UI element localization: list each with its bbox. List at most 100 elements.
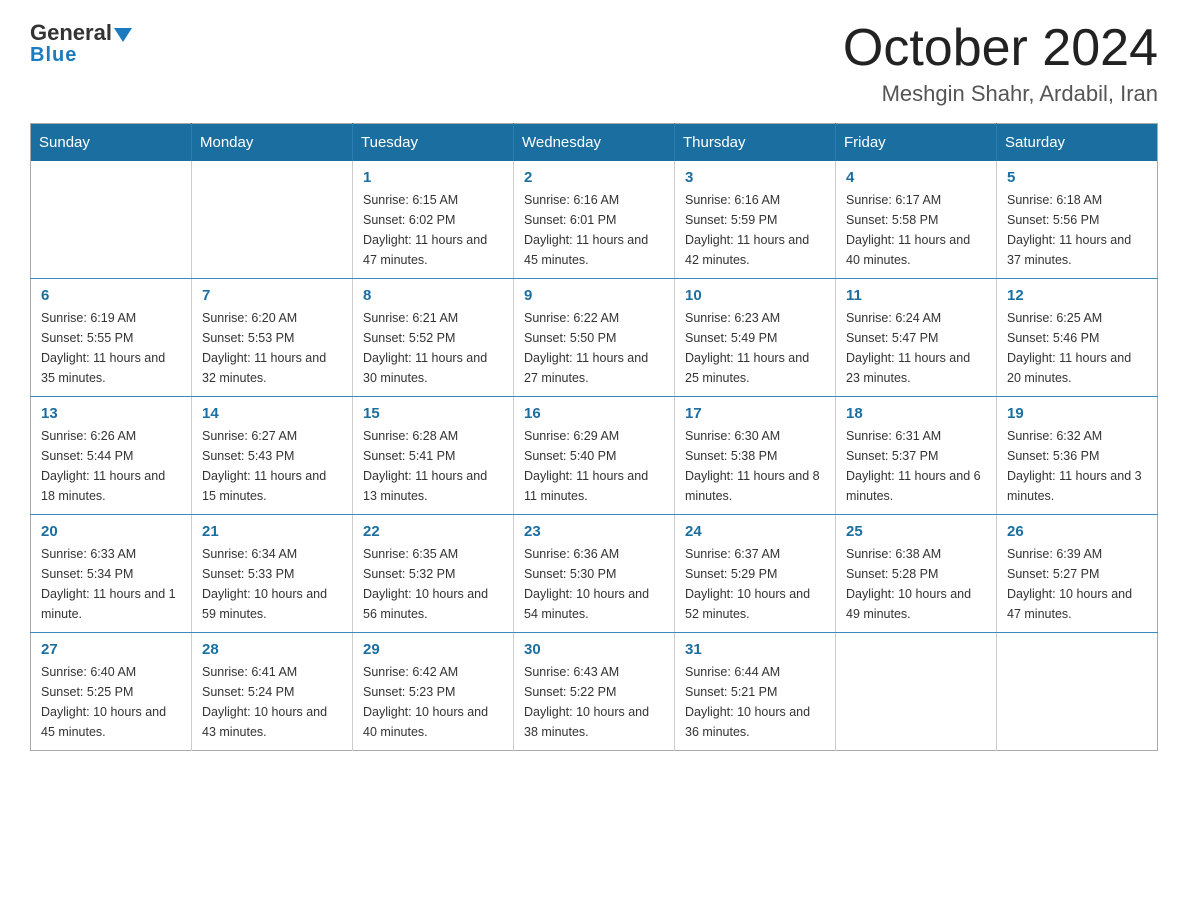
day-info: Sunrise: 6:36 AMSunset: 5:30 PMDaylight:…	[524, 544, 664, 624]
day-number: 9	[524, 287, 664, 304]
day-number: 8	[363, 287, 503, 304]
calendar-cell: 7Sunrise: 6:20 AMSunset: 5:53 PMDaylight…	[192, 279, 353, 397]
header-wednesday: Wednesday	[514, 124, 675, 162]
day-number: 1	[363, 169, 503, 186]
day-info: Sunrise: 6:43 AMSunset: 5:22 PMDaylight:…	[524, 662, 664, 742]
day-info: Sunrise: 6:19 AMSunset: 5:55 PMDaylight:…	[41, 308, 181, 388]
day-number: 22	[363, 523, 503, 540]
day-number: 15	[363, 405, 503, 422]
calendar-cell: 1 Sunrise: 6:15 AMSunset: 6:02 PMDaylight…	[353, 161, 514, 279]
day-info: Sunrise: 6:16 AMSunset: 6:01 PMDaylight:…	[524, 190, 664, 270]
day-info: Sunrise: 6:31 AMSunset: 5:37 PMDaylight:…	[846, 426, 986, 506]
header-tuesday: Tuesday	[353, 124, 514, 162]
calendar-cell: 2 Sunrise: 6:16 AMSunset: 6:01 PMDaylight…	[514, 161, 675, 279]
day-info: Sunrise: 6:26 AMSunset: 5:44 PMDaylight:…	[41, 426, 181, 506]
calendar-cell: 12Sunrise: 6:25 AMSunset: 5:46 PMDayligh…	[997, 279, 1158, 397]
day-number: 24	[685, 523, 825, 540]
day-info: Sunrise: 6:41 AMSunset: 5:24 PMDaylight:…	[202, 662, 342, 742]
calendar-cell: 21Sunrise: 6:34 AMSunset: 5:33 PMDayligh…	[192, 515, 353, 633]
header-thursday: Thursday	[675, 124, 836, 162]
calendar-cell	[997, 633, 1158, 751]
day-number: 12	[1007, 287, 1147, 304]
day-info: Sunrise: 6:22 AMSunset: 5:50 PMDaylight:…	[524, 308, 664, 388]
calendar-cell	[192, 161, 353, 279]
calendar-week-row: 6 Sunrise: 6:19 AMSunset: 5:55 PMDaylight…	[31, 279, 1158, 397]
page-header: General Blue October 2024 Meshgin Shahr,…	[30, 20, 1158, 107]
day-number: 29	[363, 641, 503, 658]
calendar-cell: 23 Sunrise: 6:36 AMSunset: 5:30 PMDayligh…	[514, 515, 675, 633]
calendar-cell: 28 Sunrise: 6:41 AMSunset: 5:24 PMDayligh…	[192, 633, 353, 751]
day-number: 17	[685, 405, 825, 422]
day-info: Sunrise: 6:33 AMSunset: 5:34 PMDaylight:…	[41, 544, 181, 624]
calendar-week-row: 1 Sunrise: 6:15 AMSunset: 6:02 PMDaylight…	[31, 161, 1158, 279]
day-number: 16	[524, 405, 664, 422]
day-info: Sunrise: 6:34 AMSunset: 5:33 PMDaylight:…	[202, 544, 342, 624]
calendar-cell: 14 Sunrise: 6:27 AMSunset: 5:43 PMDayligh…	[192, 397, 353, 515]
title-section: October 2024 Meshgin Shahr, Ardabil, Ira…	[843, 20, 1158, 107]
calendar-cell: 15Sunrise: 6:28 AMSunset: 5:41 PMDayligh…	[353, 397, 514, 515]
month-title: October 2024	[843, 20, 1158, 77]
logo: General Blue	[30, 20, 132, 67]
calendar-cell: 31 Sunrise: 6:44 AMSunset: 5:21 PMDayligh…	[675, 633, 836, 751]
day-number: 18	[846, 405, 986, 422]
calendar-cell: 11 Sunrise: 6:24 AMSunset: 5:47 PMDayligh…	[836, 279, 997, 397]
day-number: 3	[685, 169, 825, 186]
day-info: Sunrise: 6:16 AMSunset: 5:59 PMDaylight:…	[685, 190, 825, 270]
day-number: 27	[41, 641, 181, 658]
day-number: 6	[41, 287, 181, 304]
day-info: Sunrise: 6:15 AMSunset: 6:02 PMDaylight:…	[363, 190, 503, 270]
day-info: Sunrise: 6:32 AMSunset: 5:36 PMDaylight:…	[1007, 426, 1147, 506]
day-info: Sunrise: 6:38 AMSunset: 5:28 PMDaylight:…	[846, 544, 986, 624]
day-number: 14	[202, 405, 342, 422]
location-subtitle: Meshgin Shahr, Ardabil, Iran	[843, 81, 1158, 107]
calendar-cell: 8Sunrise: 6:21 AMSunset: 5:52 PMDaylight…	[353, 279, 514, 397]
calendar-cell: 22 Sunrise: 6:35 AMSunset: 5:32 PMDayligh…	[353, 515, 514, 633]
day-info: Sunrise: 6:24 AMSunset: 5:47 PMDaylight:…	[846, 308, 986, 388]
calendar-cell: 24 Sunrise: 6:37 AMSunset: 5:29 PMDayligh…	[675, 515, 836, 633]
calendar-cell	[31, 161, 192, 279]
calendar-header-row: Sunday Monday Tuesday Wednesday Thursday…	[31, 124, 1158, 162]
calendar-table: Sunday Monday Tuesday Wednesday Thursday…	[30, 123, 1158, 751]
calendar-cell: 25 Sunrise: 6:38 AMSunset: 5:28 PMDayligh…	[836, 515, 997, 633]
calendar-week-row: 27Sunrise: 6:40 AMSunset: 5:25 PMDayligh…	[31, 633, 1158, 751]
day-info: Sunrise: 6:23 AMSunset: 5:49 PMDaylight:…	[685, 308, 825, 388]
header-friday: Friday	[836, 124, 997, 162]
day-info: Sunrise: 6:37 AMSunset: 5:29 PMDaylight:…	[685, 544, 825, 624]
day-info: Sunrise: 6:27 AMSunset: 5:43 PMDaylight:…	[202, 426, 342, 506]
logo-blue-text: Blue	[30, 44, 77, 67]
calendar-cell: 16 Sunrise: 6:29 AMSunset: 5:40 PMDayligh…	[514, 397, 675, 515]
day-number: 7	[202, 287, 342, 304]
day-number: 25	[846, 523, 986, 540]
day-info: Sunrise: 6:35 AMSunset: 5:32 PMDaylight:…	[363, 544, 503, 624]
day-info: Sunrise: 6:29 AMSunset: 5:40 PMDaylight:…	[524, 426, 664, 506]
calendar-cell: 30Sunrise: 6:43 AMSunset: 5:22 PMDayligh…	[514, 633, 675, 751]
calendar-cell: 5Sunrise: 6:18 AMSunset: 5:56 PMDaylight…	[997, 161, 1158, 279]
logo-triangle-icon	[114, 28, 132, 42]
day-number: 31	[685, 641, 825, 658]
day-number: 11	[846, 287, 986, 304]
day-info: Sunrise: 6:44 AMSunset: 5:21 PMDaylight:…	[685, 662, 825, 742]
calendar-cell: 19 Sunrise: 6:32 AMSunset: 5:36 PMDayligh…	[997, 397, 1158, 515]
day-info: Sunrise: 6:39 AMSunset: 5:27 PMDaylight:…	[1007, 544, 1147, 624]
day-number: 20	[41, 523, 181, 540]
calendar-cell: 26 Sunrise: 6:39 AMSunset: 5:27 PMDayligh…	[997, 515, 1158, 633]
calendar-cell: 3 Sunrise: 6:16 AMSunset: 5:59 PMDaylight…	[675, 161, 836, 279]
day-number: 4	[846, 169, 986, 186]
calendar-cell: 13Sunrise: 6:26 AMSunset: 5:44 PMDayligh…	[31, 397, 192, 515]
header-saturday: Saturday	[997, 124, 1158, 162]
day-number: 19	[1007, 405, 1147, 422]
header-sunday: Sunday	[31, 124, 192, 162]
calendar-week-row: 20 Sunrise: 6:33 AMSunset: 5:34 PMDayligh…	[31, 515, 1158, 633]
calendar-cell: 4 Sunrise: 6:17 AMSunset: 5:58 PMDaylight…	[836, 161, 997, 279]
logo-general-text: General	[30, 20, 112, 46]
day-number: 23	[524, 523, 664, 540]
day-number: 26	[1007, 523, 1147, 540]
calendar-cell: 27Sunrise: 6:40 AMSunset: 5:25 PMDayligh…	[31, 633, 192, 751]
calendar-cell: 20 Sunrise: 6:33 AMSunset: 5:34 PMDayligh…	[31, 515, 192, 633]
day-number: 2	[524, 169, 664, 186]
day-info: Sunrise: 6:30 AMSunset: 5:38 PMDaylight:…	[685, 426, 825, 506]
day-info: Sunrise: 6:17 AMSunset: 5:58 PMDaylight:…	[846, 190, 986, 270]
day-number: 10	[685, 287, 825, 304]
day-number: 28	[202, 641, 342, 658]
calendar-cell: 29Sunrise: 6:42 AMSunset: 5:23 PMDayligh…	[353, 633, 514, 751]
